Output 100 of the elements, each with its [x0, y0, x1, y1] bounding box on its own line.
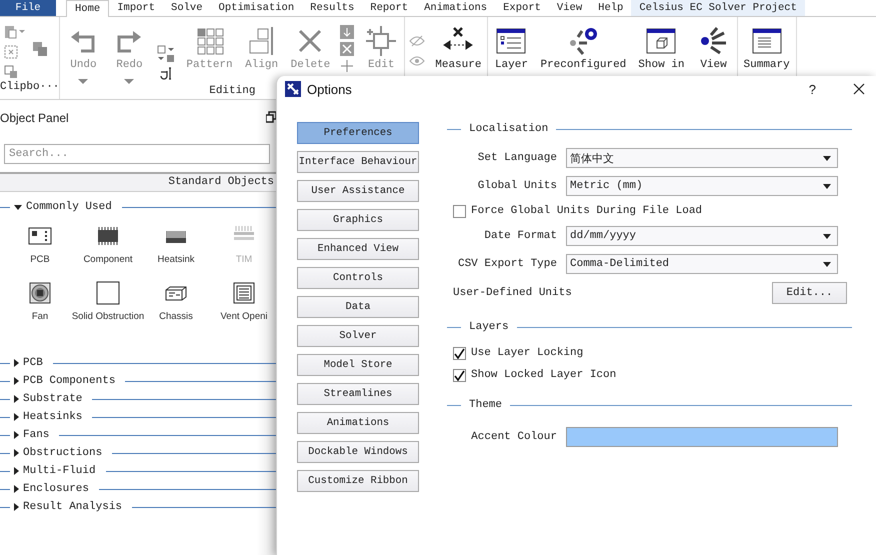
- expander-icon[interactable]: [14, 503, 19, 511]
- expander-icon[interactable]: [14, 485, 19, 493]
- checkbox[interactable]: [453, 204, 466, 218]
- ribbon-button-label: Align: [245, 59, 278, 71]
- ribbon-button[interactable]: Layer: [488, 21, 534, 99]
- restore-icon[interactable]: [266, 111, 276, 123]
- object-item[interactable]: Heatsink: [142, 224, 210, 265]
- section-title: Theme: [469, 399, 502, 411]
- category-header[interactable]: Enclosures: [0, 480, 276, 498]
- expander-icon[interactable]: [14, 359, 19, 367]
- ribbon-button[interactable]: View: [690, 21, 737, 99]
- menu-tab[interactable]: Results: [302, 0, 362, 16]
- object-item[interactable]: Solid Obstruction: [74, 281, 142, 322]
- ribbon-button-label: Pattern: [186, 59, 233, 71]
- ribbon-button-label: Layer: [494, 59, 528, 71]
- group-label: Editing: [209, 85, 256, 99]
- colour-swatch[interactable]: [566, 427, 838, 447]
- menu-tab[interactable]: Celsius EC Solver Project: [631, 0, 805, 16]
- checkbox[interactable]: [453, 368, 466, 382]
- menu-tab[interactable]: Export: [495, 0, 549, 16]
- dropdown[interactable]: Comma-Delimited: [566, 254, 838, 274]
- object-label: Heatsink: [158, 254, 194, 265]
- nav-button[interactable]: Model Store: [297, 354, 419, 376]
- expander-icon[interactable]: [14, 377, 19, 385]
- expander-icon[interactable]: [14, 449, 19, 457]
- caret-icon: [823, 234, 831, 238]
- category-header[interactable]: Heatsinks: [0, 408, 276, 426]
- menu-tab[interactable]: View: [548, 0, 590, 16]
- nav-button[interactable]: Interface Behaviour: [297, 151, 419, 173]
- menu-tab[interactable]: Animations: [416, 0, 496, 16]
- nav-button[interactable]: Animations: [297, 412, 419, 434]
- dropdown[interactable]: dd/mm/yyyy: [566, 226, 838, 246]
- close-icon: [852, 82, 866, 96]
- nav-button[interactable]: Dockable Windows: [297, 441, 419, 463]
- nav-button[interactable]: Customize Ribbon: [297, 470, 419, 492]
- category-header[interactable]: PCB Components: [0, 372, 276, 390]
- ribbon-button-label: Redo: [116, 59, 143, 71]
- category-label: Enclosures: [23, 483, 90, 495]
- object-item[interactable]: PCB: [6, 224, 74, 265]
- fan-icon: [28, 281, 52, 305]
- category-label: Obstructions: [23, 447, 102, 459]
- menu-tab[interactable]: Optimisation: [210, 0, 302, 16]
- hidden-eye-icon: [409, 35, 426, 47]
- menu-tab[interactable]: Home: [66, 0, 110, 17]
- object-item[interactable]: Component: [74, 224, 142, 265]
- copy-icon: [4, 65, 18, 79]
- expander-icon[interactable]: [14, 413, 19, 421]
- chip-icon: [96, 224, 120, 248]
- field-label: Global Units: [476, 180, 557, 192]
- object-label: Solid Obstruction: [72, 311, 144, 322]
- menu-tab[interactable]: File: [0, 0, 56, 16]
- menu-tab[interactable]: Report: [362, 0, 416, 16]
- group-label: Clipbo···: [0, 81, 60, 95]
- category-header[interactable]: Result Analysis: [0, 498, 276, 516]
- nav-button[interactable]: Data: [297, 296, 419, 318]
- expander-icon[interactable]: [14, 204, 22, 210]
- ribbon-button[interactable]: Show in: [632, 21, 691, 99]
- section-title: Layers: [469, 321, 509, 333]
- close-button[interactable]: [852, 82, 866, 96]
- object-item[interactable]: Fan: [6, 281, 74, 322]
- object-label: Chassis: [159, 311, 193, 322]
- expander-icon[interactable]: [14, 395, 19, 403]
- expander-icon[interactable]: [14, 467, 19, 475]
- panel-tab[interactable]: Standard Objects: [0, 172, 276, 192]
- menu-tab[interactable]: Help: [590, 0, 632, 16]
- burst-icon: [567, 25, 600, 57]
- search-field[interactable]: Search...: [4, 144, 270, 164]
- app-icon: [285, 81, 301, 97]
- menu-tab[interactable]: Import: [109, 0, 164, 16]
- ribbon-button-label: Edit: [368, 59, 394, 71]
- category-header[interactable]: PCB: [0, 354, 276, 372]
- nav-button[interactable]: Controls: [297, 267, 419, 289]
- dropdown[interactable]: 简体中文: [566, 148, 838, 168]
- object-item[interactable]: Vent Openi: [210, 281, 278, 322]
- ribbon-button[interactable]: Measure: [429, 21, 488, 99]
- object-label: TIM: [236, 254, 252, 265]
- category-header[interactable]: Multi-Fluid: [0, 462, 276, 480]
- object-label: Component: [83, 254, 133, 265]
- dropdown[interactable]: Metric (mm): [566, 176, 838, 196]
- category-header[interactable]: Commonly Used: [0, 198, 276, 216]
- nav-button[interactable]: Graphics: [297, 209, 419, 231]
- category-label: Result Analysis: [23, 501, 122, 513]
- checkbox[interactable]: [453, 346, 466, 360]
- nav-button[interactable]: Enhanced View: [297, 238, 419, 260]
- category-header[interactable]: Fans: [0, 426, 276, 444]
- nav-button[interactable]: Solver: [297, 325, 419, 347]
- help-button[interactable]: ?: [808, 82, 816, 96]
- edit-button[interactable]: Edit...: [772, 282, 847, 304]
- ribbon-button[interactable]: Preconfigured: [534, 21, 632, 99]
- category-header[interactable]: Obstructions: [0, 444, 276, 462]
- ribbon-button[interactable]: Summary: [738, 21, 796, 99]
- caret-icon: [823, 184, 831, 188]
- object-item[interactable]: Chassis: [142, 281, 210, 322]
- crosshair-icon: [365, 25, 398, 57]
- expander-icon[interactable]: [14, 431, 19, 439]
- nav-button[interactable]: Streamlines: [297, 383, 419, 405]
- menu-tab[interactable]: Solve: [163, 0, 211, 16]
- nav-button[interactable]: User Assistance: [297, 180, 419, 202]
- nav-button[interactable]: Preferences: [297, 122, 419, 144]
- category-header[interactable]: Substrate: [0, 390, 276, 408]
